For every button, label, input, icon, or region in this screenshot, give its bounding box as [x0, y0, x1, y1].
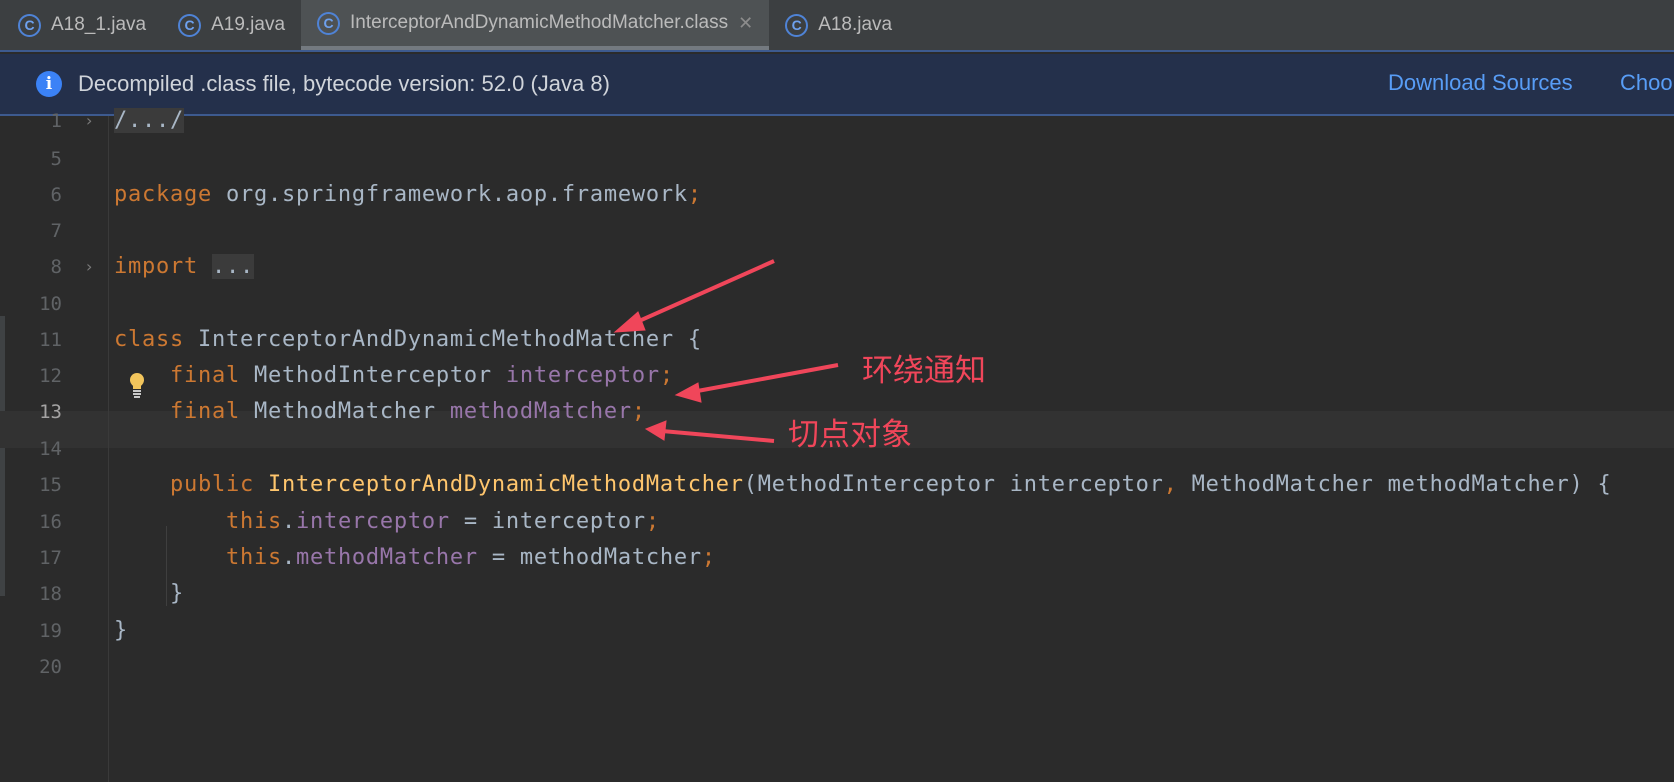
- annotation-arrowhead: [613, 311, 646, 333]
- annotation-around-advice: 环绕通知: [862, 353, 986, 389]
- annotation-arrowhead: [644, 420, 667, 441]
- annotation-arrow: [691, 363, 839, 394]
- annotation-arrow: [629, 259, 775, 327]
- annotation-layer: 环绕通知 切点对象: [613, 259, 986, 453]
- annotation-arrowhead: [674, 382, 702, 403]
- annotation-pointcut-object: 切点对象: [788, 417, 912, 453]
- annotation-arrow: [661, 429, 775, 443]
